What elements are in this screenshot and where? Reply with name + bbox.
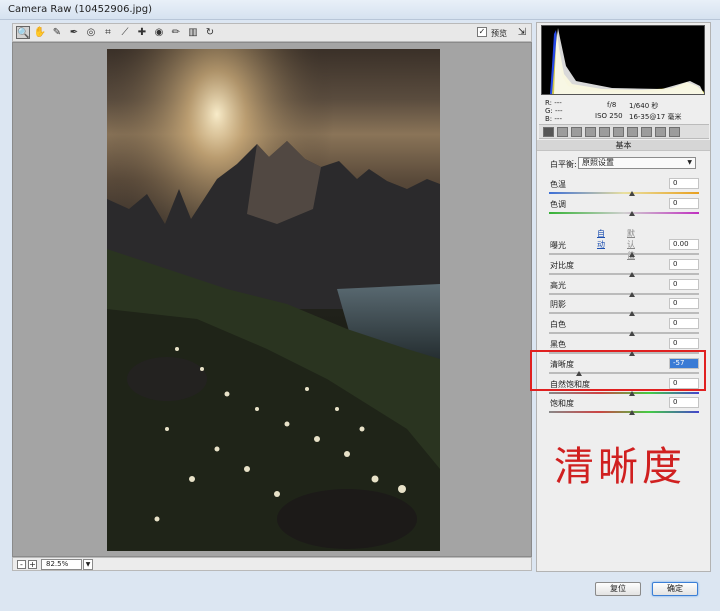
zoom-in-button[interactable]: +	[28, 560, 37, 569]
contrast-slider-row: 对比度 0	[547, 258, 699, 280]
preview-label: 预览	[491, 29, 507, 38]
tab-hsl[interactable]	[585, 127, 596, 137]
tab-snapshots[interactable]	[669, 127, 680, 137]
brush-icon[interactable]: ✏	[169, 26, 183, 39]
shutter-readout: 1/640 秒	[629, 102, 659, 110]
histogram-graph	[542, 28, 704, 94]
iso-readout: ISO 250	[595, 112, 623, 120]
highlights-value-field[interactable]: 0	[669, 278, 699, 290]
contrast-track[interactable]	[549, 272, 699, 275]
contrast-thumb[interactable]	[628, 271, 635, 277]
saturation-track[interactable]	[549, 411, 699, 414]
temperature-track[interactable]	[549, 192, 699, 194]
vibrance-thumb[interactable]	[628, 390, 635, 396]
green-readout: G: ---	[545, 107, 563, 115]
saturation-label: 饱和度	[550, 399, 574, 409]
image-canvas[interactable]	[12, 42, 532, 557]
exposure-label: 曝光	[550, 241, 566, 250]
tab-effects[interactable]	[627, 127, 638, 137]
blacks-value-field[interactable]: 0	[669, 338, 699, 349]
shadows-thumb[interactable]	[628, 311, 635, 317]
saturation-slider-row: 饱和度 0	[547, 397, 699, 418]
chevron-down-icon: ▼	[687, 159, 692, 166]
exposure-track[interactable]	[549, 253, 699, 255]
whites-value-field[interactable]: 0	[669, 318, 699, 330]
tint-thumb[interactable]	[628, 211, 635, 216]
saturation-value-field[interactable]: 0	[669, 397, 699, 409]
tab-tone-curve[interactable]	[557, 127, 568, 137]
section-title: 基本	[537, 140, 710, 151]
red-readout: R: ---	[545, 99, 562, 107]
exposure-slider-row: 曝光 0.00	[547, 239, 699, 260]
color-sampler-icon[interactable]: ✒	[67, 26, 81, 39]
tint-label: 色调	[550, 200, 566, 209]
tab-detail[interactable]	[571, 127, 582, 137]
blacks-label: 黑色	[550, 340, 566, 349]
whites-slider-row: 白色 0	[547, 318, 699, 339]
tint-slider-row: 色调 0	[547, 198, 699, 219]
fullscreen-icon[interactable]: ⇲	[515, 26, 529, 39]
panel-tabs	[539, 124, 709, 139]
white-balance-icon[interactable]: ✎	[50, 26, 64, 39]
rotate-icon[interactable]: ↻	[203, 26, 217, 39]
preview-checkbox[interactable]: ✓	[477, 27, 487, 37]
target-adjust-icon[interactable]: ◎	[84, 26, 98, 39]
contrast-label: 对比度	[550, 260, 574, 270]
tint-track[interactable]	[549, 212, 699, 214]
highlights-label: 高光	[550, 280, 566, 290]
highlights-track[interactable]	[549, 292, 699, 295]
highlights-slider-row: 高光 0	[547, 278, 699, 300]
clarity-callout-text: 清晰度	[554, 444, 686, 490]
whites-track[interactable]	[549, 332, 699, 335]
tab-presets[interactable]	[655, 127, 666, 137]
retouch-icon[interactable]: ✚	[135, 26, 149, 39]
highlights-thumb[interactable]	[628, 291, 635, 297]
white-balance-label: 白平衡:	[550, 160, 577, 169]
temperature-slider-row: 色温 0	[547, 178, 699, 199]
mountain-landscape-image	[107, 49, 440, 551]
tab-lens[interactable]	[613, 127, 624, 137]
lens-readout: 16-35@17 毫米	[629, 113, 682, 121]
histogram	[541, 25, 705, 95]
zoom-out-button[interactable]: -	[17, 560, 26, 569]
window-title: Camera Raw (10452906.jpg)	[8, 4, 152, 15]
straighten-icon[interactable]: ⟋	[118, 26, 132, 39]
tab-split-toning[interactable]	[599, 127, 610, 137]
photo-preview	[107, 49, 440, 551]
zoom-dropdown-icon[interactable]: ▼	[83, 559, 93, 570]
tab-basic[interactable]	[543, 127, 554, 137]
tint-value-field[interactable]: 0	[669, 198, 699, 209]
gradient-icon[interactable]: ▥	[186, 26, 200, 39]
blue-readout: B: ---	[545, 115, 562, 123]
tab-camera-calibration[interactable]	[641, 127, 652, 137]
shadows-value-field[interactable]: 0	[669, 298, 699, 310]
clarity-highlight-box	[530, 350, 706, 391]
reset-button[interactable]: 复位	[595, 582, 641, 596]
exposure-thumb[interactable]	[628, 252, 635, 257]
white-balance-value: 原照设置	[582, 158, 614, 167]
status-bar: - + 82.5% ▼	[12, 557, 532, 571]
shadows-track[interactable]	[549, 312, 699, 315]
contrast-value-field[interactable]: 0	[669, 258, 699, 270]
shadows-label: 阴影	[550, 300, 566, 310]
saturation-thumb[interactable]	[628, 410, 635, 416]
temperature-value-field[interactable]: 0	[669, 178, 699, 189]
shadows-slider-row: 阴影 0	[547, 298, 699, 319]
zoom-level-field[interactable]: 82.5%	[41, 559, 82, 570]
temperature-thumb[interactable]	[628, 191, 635, 196]
vibrance-track[interactable]	[549, 391, 699, 394]
ok-button[interactable]: 确定	[652, 582, 698, 596]
zoom-icon[interactable]: 🔍	[16, 26, 30, 39]
white-balance-select[interactable]: 原照设置 ▼	[578, 157, 696, 169]
whites-thumb[interactable]	[628, 331, 635, 337]
toolbar: ✓ 预览 ⇲ 🔍 ✋ ✎ ✒ ◎ ⌗ ⟋ ✚ ◉ ✏ ▥ ↻	[12, 23, 532, 42]
whites-label: 白色	[550, 320, 566, 330]
hand-icon[interactable]: ✋	[33, 26, 47, 39]
crop-icon[interactable]: ⌗	[101, 26, 115, 39]
redeye-icon[interactable]: ◉	[152, 26, 166, 39]
temperature-label: 色温	[550, 180, 566, 189]
exposure-value-field[interactable]: 0.00	[669, 239, 699, 250]
title-bar: Camera Raw (10452906.jpg)	[0, 0, 720, 20]
aperture-readout: f/8	[607, 101, 617, 109]
